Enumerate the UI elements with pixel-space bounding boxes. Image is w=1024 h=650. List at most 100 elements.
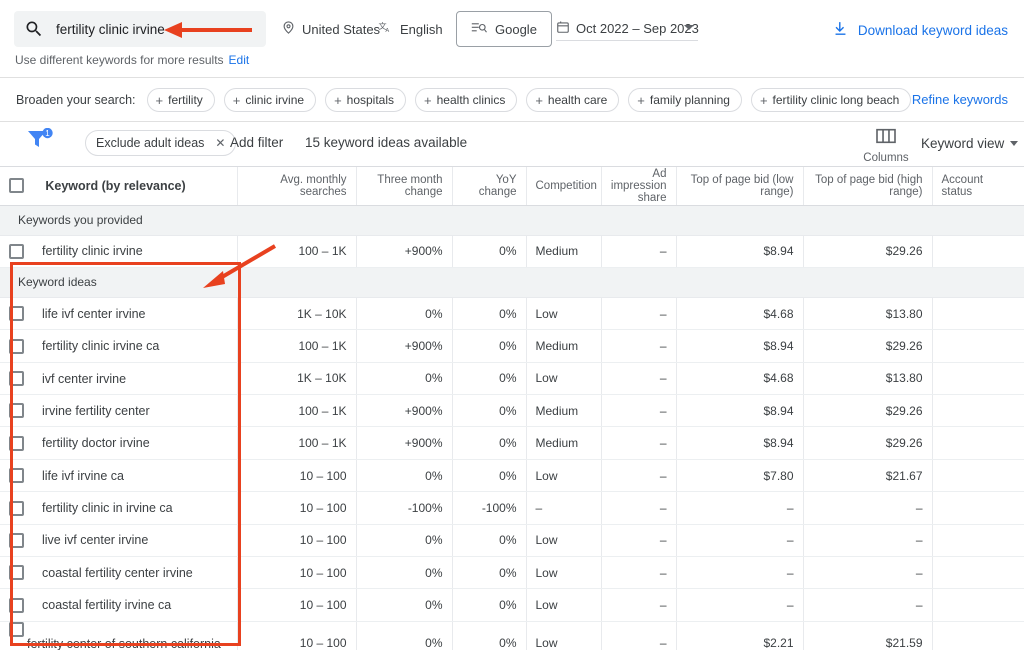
column-header-avg-monthly-searches[interactable]: Avg. monthly searches — [237, 167, 357, 206]
broaden-chip-3[interactable]: + health clinics — [415, 88, 518, 112]
column-header-competition[interactable]: Competition — [526, 167, 602, 206]
column-header-yoy-change[interactable]: YoY change — [452, 167, 527, 206]
network-selector-button[interactable]: Google — [456, 11, 552, 47]
cell-ad-impression-share: – — [601, 426, 677, 460]
table-row[interactable]: irvine fertility center 100 – 1K +900% 0% Me… — [0, 394, 1024, 428]
language-label: English — [400, 21, 443, 37]
table-row[interactable]: coastal fertility irvine ca 10 – 100 0% 0% L… — [0, 588, 1024, 622]
cell-keyword-label: life ivf center irvine — [42, 306, 146, 321]
close-icon[interactable]: ✕ — [215, 136, 225, 150]
cell-three-month-change: 0% — [356, 459, 453, 493]
cell-ad-impression-share: – — [601, 394, 677, 428]
cell-bid-high: $29.26 — [803, 329, 933, 363]
cell-ad-impression-share: – — [601, 235, 677, 268]
search-input[interactable]: fertility clinic irvine — [14, 11, 266, 47]
cell-bid-low: $7.80 — [676, 459, 804, 493]
broaden-chip-5[interactable]: + family planning — [628, 88, 742, 112]
cell-ad-impression-share: – — [601, 329, 677, 363]
refine-keywords-link[interactable]: Refine keywords — [912, 92, 1008, 107]
cell-bid-high: $13.80 — [803, 297, 933, 331]
column-header-keyword[interactable]: Keyword (by relevance) — [0, 167, 238, 206]
column-header-account-status[interactable]: Account status — [932, 167, 1024, 206]
select-all-checkbox[interactable] — [9, 178, 24, 194]
cell-account-status — [932, 524, 1024, 558]
cell-keyword-label: fertility clinic irvine ca — [42, 339, 160, 354]
table-group-row: Keywords you provided — [0, 205, 1024, 236]
table-row[interactable]: coastal fertility center irvine 10 – 100 0… — [0, 556, 1024, 590]
filter-icon[interactable]: 1 — [25, 127, 59, 152]
exclude-adult-ideas-filter-chip[interactable]: Exclude adult ideas ✕ — [85, 130, 237, 156]
column-header-keyword-label: Keyword (by relevance) — [45, 178, 186, 193]
cell-keyword-label: irvine fertility center — [42, 403, 150, 418]
broaden-chip-6[interactable]: + fertility clinic long beach — [750, 88, 912, 112]
cell-avg-monthly-searches: 10 – 100 — [237, 524, 357, 558]
table-row[interactable]: life ivf center irvine 1K – 10K 0% 0% Low – $4… — [0, 297, 1024, 331]
keyword-ideas-table: Keyword (by relevance) Avg. monthly sear… — [0, 167, 1024, 650]
edit-keywords-link[interactable]: Edit — [229, 53, 250, 67]
download-keyword-ideas-button[interactable]: Download keyword ideas — [832, 20, 1008, 40]
table-row[interactable]: fertility clinic irvine 100 – 1K +900% 0% Me… — [0, 235, 1024, 268]
table-row[interactable]: life ivf irvine ca 10 – 100 0% 0% Low – $7.80 $… — [0, 459, 1024, 493]
column-header-top-of-page-bid-low[interactable]: Top of page bid (low range) — [676, 167, 804, 206]
cell-yoy-change: -100% — [452, 491, 527, 525]
cell-three-month-change: 0% — [356, 556, 453, 590]
row-checkbox[interactable] — [9, 622, 24, 638]
cell-bid-low: – — [676, 556, 804, 590]
table-row[interactable]: fertility clinic in irvine ca 10 – 100 -10… — [0, 491, 1024, 525]
cell-bid-low: – — [676, 588, 804, 622]
broaden-search-bar: Broaden your search: + fertility + clinic … — [0, 78, 1024, 122]
add-filter-button[interactable]: Add filter — [230, 135, 283, 150]
row-checkbox[interactable] — [9, 403, 24, 419]
broaden-chip-1[interactable]: + clinic irvine — [223, 88, 317, 112]
row-checkbox[interactable] — [9, 500, 24, 516]
row-checkbox[interactable] — [9, 243, 24, 259]
table-row[interactable]: fertility clinic irvine ca 100 – 1K +900% 0… — [0, 329, 1024, 363]
cell-keyword: coastal fertility center irvine — [0, 556, 238, 590]
cell-bid-high: – — [803, 556, 933, 590]
cell-keyword-label: fertility center of southern california … — [27, 637, 221, 650]
column-header-top-of-page-bid-high[interactable]: Top of page bid (high range) — [803, 167, 933, 206]
country-selector[interactable]: United States — [281, 20, 380, 38]
cell-bid-low: – — [676, 524, 804, 558]
cell-account-status — [932, 362, 1024, 396]
date-range-label: Oct 2022 – Sep 2023 — [576, 21, 699, 36]
table-row[interactable]: live ivf center irvine 10 – 100 0% 0% Low – – – — [0, 524, 1024, 558]
cell-account-status — [932, 394, 1024, 428]
broaden-chip-label: health clinics — [436, 93, 506, 107]
cell-yoy-change: 0% — [452, 621, 527, 650]
row-checkbox[interactable] — [9, 565, 24, 581]
row-checkbox[interactable] — [9, 371, 24, 387]
broaden-chip-2[interactable]: + hospitals — [325, 88, 407, 112]
row-checkbox[interactable] — [9, 338, 24, 354]
date-range-selector[interactable]: Oct 2022 – Sep 2023 — [556, 17, 699, 41]
cell-yoy-change: 0% — [452, 524, 527, 558]
row-checkbox[interactable] — [9, 597, 24, 613]
language-selector[interactable]: 文A English — [378, 20, 443, 38]
row-checkbox[interactable] — [9, 532, 24, 548]
broaden-chip-0[interactable]: + fertility — [146, 88, 215, 112]
chevron-down-icon[interactable] — [684, 25, 694, 30]
exclude-chip-label: Exclude adult ideas — [96, 136, 205, 150]
row-checkbox[interactable] — [9, 468, 24, 484]
keyword-view-selector[interactable]: Keyword view — [921, 136, 1019, 151]
cell-bid-low: $4.68 — [676, 362, 804, 396]
cell-competition: Medium — [526, 235, 602, 268]
table-body: Keywords you provided fertility clinic ir… — [0, 205, 1024, 650]
table-row[interactable]: fertility center of southern california … — [0, 621, 1024, 650]
table-row[interactable]: fertility doctor irvine 100 – 1K +900% 0% Me… — [0, 426, 1024, 460]
row-checkbox[interactable] — [9, 306, 24, 322]
column-header-ad-impression-share[interactable]: Ad impression share — [601, 167, 677, 206]
columns-button[interactable]: Columns — [860, 127, 912, 164]
cell-avg-monthly-searches: 10 – 100 — [237, 588, 357, 622]
svg-text:A: A — [385, 28, 389, 34]
cell-competition: Low — [526, 621, 602, 650]
cell-keyword: fertility clinic irvine ca — [0, 329, 238, 363]
plus-icon: + — [535, 92, 543, 108]
column-header-three-month-change[interactable]: Three month change — [356, 167, 453, 206]
cell-competition: Medium — [526, 394, 602, 428]
table-row[interactable]: ivf center irvine 1K – 10K 0% 0% Low – $4.68 $1… — [0, 362, 1024, 396]
cell-competition: Low — [526, 556, 602, 590]
row-checkbox[interactable] — [9, 435, 24, 451]
svg-text:1: 1 — [45, 129, 50, 138]
broaden-chip-4[interactable]: + health care — [526, 88, 620, 112]
